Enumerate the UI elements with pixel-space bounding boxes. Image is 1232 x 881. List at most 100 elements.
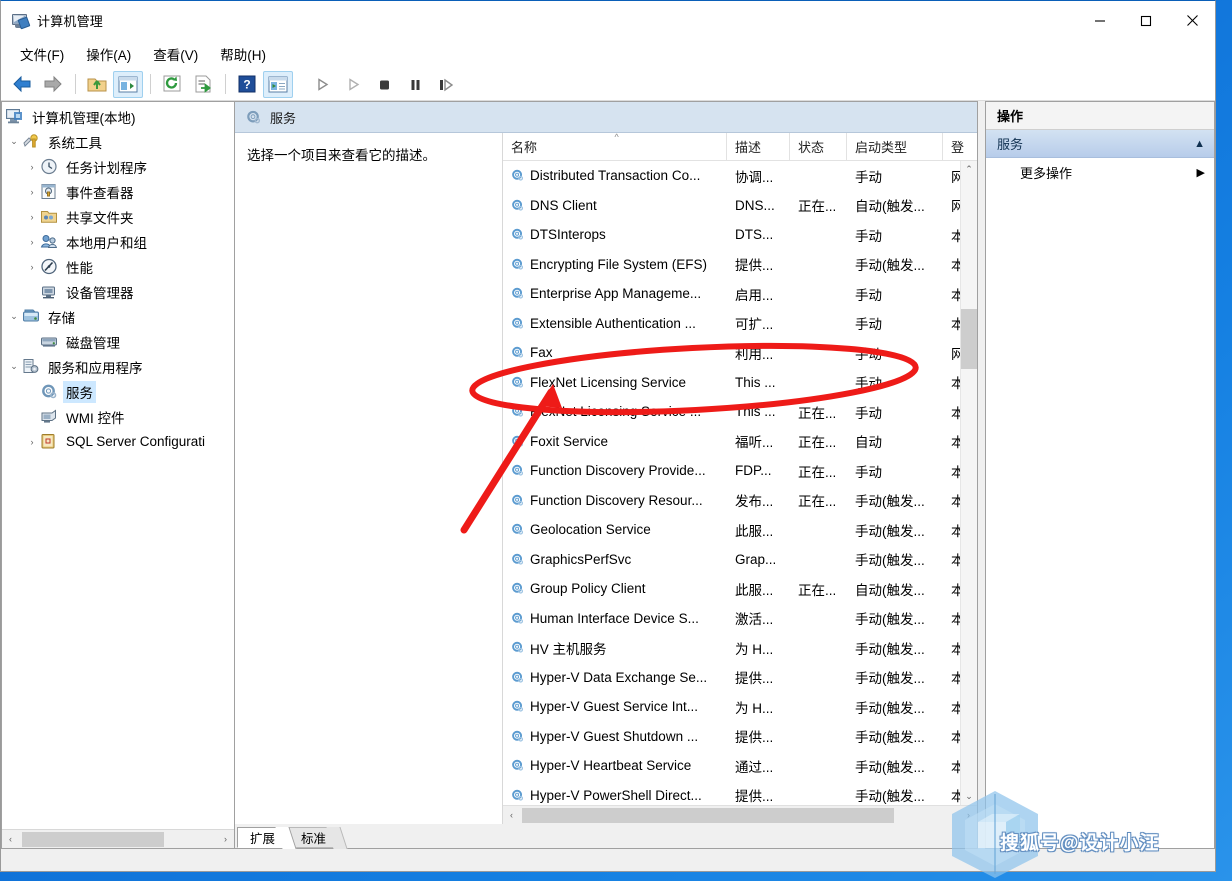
gear-icon	[510, 227, 525, 242]
table-row[interactable]: Group Policy Client 此服... 正在... 自动(触发... 本	[503, 574, 977, 604]
stop-service-icon[interactable]	[369, 71, 399, 98]
pause-service-icon[interactable]	[400, 71, 430, 98]
restart-service-icon[interactable]	[431, 71, 461, 98]
table-row[interactable]: Extensible Authentication ... 可扩... 手动本	[503, 309, 977, 339]
forward-icon[interactable]	[38, 71, 68, 98]
tree-item-services-applications[interactable]: ⌄ 服务和应用程序	[2, 354, 234, 379]
properties-icon[interactable]	[263, 70, 293, 98]
table-row[interactable]: Hyper-V Heartbeat Service 通过... 手动(触发... 本	[503, 751, 977, 781]
chevron-down-icon[interactable]: ⌄	[6, 311, 22, 322]
users-icon	[40, 233, 58, 250]
column-label: 名称	[511, 140, 538, 155]
gear-icon	[510, 552, 525, 567]
table-row[interactable]: FlexNet Licensing Service This ... 手动本	[503, 368, 977, 398]
table-row[interactable]: Encrypting File System (EFS) 提供... 手动(触发..…	[503, 250, 977, 280]
tree-item-disk-management[interactable]: 磁盘管理	[2, 329, 234, 354]
table-row[interactable]: HV 主机服务为 H... 手动(触发... 本	[503, 633, 977, 663]
show-hide-tree-icon[interactable]	[113, 70, 143, 98]
table-row[interactable]: Hyper-V Guest Shutdown ... 提供... 手动(触发... 本	[503, 722, 977, 752]
service-description-text: 选择一个项目来查看它的描述。	[247, 148, 436, 163]
scroll-thumb[interactable]	[22, 831, 164, 847]
column-header-name[interactable]: 名称 ^	[503, 132, 727, 160]
table-row[interactable]: Fax 利用... 手动网	[503, 338, 977, 368]
scroll-track[interactable]	[19, 830, 217, 848]
gear-icon	[245, 109, 262, 126]
actions-section-services[interactable]: 服务 ▲	[986, 130, 1214, 158]
chevron-down-icon[interactable]: ⌄	[6, 136, 22, 147]
maximize-button[interactable]	[1123, 1, 1169, 40]
menu-file[interactable]: 文件(F)	[9, 41, 75, 67]
table-row[interactable]: Function Discovery Provide... FDP... 正在...…	[503, 456, 977, 486]
column-header-status[interactable]: 状态	[790, 133, 847, 160]
column-header-logon-as[interactable]: 登	[943, 133, 973, 160]
tree-root-computer-management[interactable]: 计算机管理(本地)	[2, 104, 234, 129]
tree-item-wmi-control[interactable]: WMI 控件	[2, 404, 234, 429]
help-icon[interactable]: ?	[232, 71, 262, 98]
tab-extended[interactable]: 扩展	[237, 827, 297, 849]
gear-icon	[510, 463, 525, 478]
export-list-icon[interactable]	[188, 71, 218, 98]
menu-action[interactable]: 操作(A)	[75, 41, 142, 67]
tree-item-performance[interactable]: › 性能	[2, 254, 234, 279]
scroll-track[interactable]	[520, 806, 960, 824]
scroll-right-button[interactable]: ›	[217, 831, 234, 848]
chevron-right-icon[interactable]: ›	[24, 262, 40, 272]
tree-item-system-tools[interactable]: ⌄ 系统工具	[2, 129, 234, 154]
service-name-text: Enterprise App Manageme...	[530, 286, 702, 302]
tree-item-device-manager[interactable]: 设备管理器	[2, 279, 234, 304]
service-name-text: Fax	[530, 345, 553, 361]
table-row[interactable]: Hyper-V PowerShell Direct... 提供... 手动(触发..…	[503, 781, 977, 806]
table-row[interactable]: Hyper-V Data Exchange Se... 提供... 手动(触发...…	[503, 663, 977, 693]
scroll-thumb[interactable]	[961, 309, 977, 369]
table-row[interactable]: Foxit Service 福听... 正在... 自动本	[503, 427, 977, 457]
chevron-right-icon[interactable]: ›	[24, 237, 40, 247]
chevron-down-icon[interactable]: ⌄	[6, 361, 22, 372]
start-service-icon[interactable]	[307, 71, 337, 98]
tree-item-services[interactable]: 服务	[2, 379, 234, 404]
table-row[interactable]: GraphicsPerfSvc Grap... 手动(触发... 本	[503, 545, 977, 575]
scroll-up-button[interactable]: ⌃	[961, 161, 977, 178]
menu-view[interactable]: 查看(V)	[142, 41, 209, 67]
back-icon[interactable]	[7, 71, 37, 98]
action-more-actions[interactable]: 更多操作 ▶	[986, 158, 1214, 187]
scroll-left-button[interactable]: ‹	[2, 831, 19, 848]
table-row[interactable]: Enterprise App Manageme... 启用... 手动本	[503, 279, 977, 309]
scroll-thumb[interactable]	[522, 807, 894, 823]
collapse-up-icon[interactable]: ▲	[1194, 138, 1205, 150]
tree-item-sql-server-configuration[interactable]: › SQL Server Configurati	[2, 429, 234, 454]
table-row[interactable]: FlexNet Licensing Service ... This ... 正在.…	[503, 397, 977, 427]
chevron-right-icon[interactable]: ›	[24, 187, 40, 197]
tree-item-local-users-groups[interactable]: › 本地用户和组	[2, 229, 234, 254]
menu-help[interactable]: 帮助(H)	[209, 41, 277, 67]
tree-item-storage[interactable]: ⌄ 存储	[2, 304, 234, 329]
tree-item-shared-folders[interactable]: › 共享文件夹	[2, 204, 234, 229]
gear-icon	[510, 198, 525, 213]
table-row[interactable]: DTSInterops DTS... 手动本	[503, 220, 977, 250]
close-button[interactable]	[1169, 1, 1215, 40]
scroll-right-button[interactable]: ›	[960, 807, 977, 824]
minimize-button[interactable]	[1077, 1, 1123, 40]
chevron-right-icon[interactable]: ›	[24, 162, 40, 172]
table-row[interactable]: Function Discovery Resour... 发布... 正在... 手动…	[503, 486, 977, 516]
refresh-icon[interactable]	[157, 71, 187, 98]
chevron-right-icon[interactable]: ›	[24, 437, 40, 447]
resume-service-icon[interactable]	[338, 71, 368, 98]
list-vertical-scrollbar[interactable]: ⌃ ⌄	[960, 161, 977, 805]
table-row[interactable]: Human Interface Device S... 激活... 手动(触发...…	[503, 604, 977, 634]
tree-item-event-viewer[interactable]: › 事件查看器	[2, 179, 234, 204]
up-folder-icon[interactable]	[82, 71, 112, 98]
column-header-startup-type[interactable]: 启动类型	[847, 133, 943, 160]
tree-item-task-scheduler[interactable]: › 任务计划程序	[2, 154, 234, 179]
list-horizontal-scrollbar[interactable]: ‹ ›	[503, 805, 977, 824]
computer-management-icon	[11, 12, 31, 30]
table-row[interactable]: DNS Client DNS... 正在... 自动(触发... 网	[503, 191, 977, 221]
chevron-right-icon[interactable]: ›	[24, 212, 40, 222]
scroll-left-button[interactable]: ‹	[503, 807, 520, 824]
submenu-arrow-icon[interactable]: ▶	[1197, 166, 1205, 179]
column-header-description[interactable]: 描述	[727, 133, 790, 160]
table-row[interactable]: Hyper-V Guest Service Int... 为 H... 手动(触发.…	[503, 692, 977, 722]
tree-horizontal-scrollbar[interactable]: ‹ ›	[2, 829, 234, 848]
scroll-down-button[interactable]: ⌄	[961, 788, 977, 805]
table-row[interactable]: Geolocation Service 此服... 手动(触发... 本	[503, 515, 977, 545]
table-row[interactable]: Distributed Transaction Co... 协调... 手动网	[503, 161, 977, 191]
